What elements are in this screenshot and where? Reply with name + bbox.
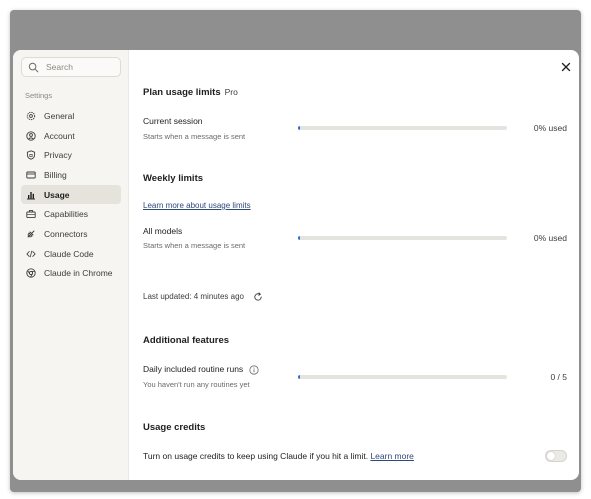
usage-credits-toggle[interactable] [545,450,567,462]
settings-modal: Settings General Account Privacy Billing… [13,50,579,480]
usage-limits-learn-more-link[interactable]: Learn more about usage limits [143,201,251,210]
settings-section-label: Settings [25,91,53,100]
settings-sidebar: Settings General Account Privacy Billing… [13,50,129,480]
usage-credits-text: Turn on usage credits to keep using Clau… [143,451,369,461]
routine-runs-value: 0 / 5 [550,372,567,382]
current-session-value: 0% used [533,123,567,133]
plan-badge: Pro [224,87,238,97]
sidebar-item-usage[interactable]: Usage [21,184,121,205]
credit-card-icon [26,171,36,179]
all-models-value: 0% used [533,233,567,243]
current-session-subtext: Starts when a message is sent [143,132,246,141]
sidebar-item-claude-code[interactable]: Claude Code [21,244,121,264]
current-session-progress-bar [298,126,507,130]
code-icon [26,250,36,257]
sidebar-item-billing[interactable]: Billing [21,165,121,185]
refresh-icon[interactable] [253,292,263,302]
sidebar-item-claude-in-chrome[interactable]: Claude in Chrome [21,264,121,284]
sidebar-item-label: Claude Code [44,248,94,259]
sidebar-item-privacy[interactable]: Privacy [21,145,121,165]
plug-icon [27,230,35,238]
current-session-label: Current session [143,116,203,126]
toggle-knob [547,452,555,460]
additional-features-heading: Additional features [143,335,230,346]
sidebar-item-label: Capabilities [44,209,88,220]
sidebar-item-label: Claude in Chrome [44,268,113,279]
search-icon [28,62,39,72]
last-updated-row: Last updated: 4 minutes ago [143,292,263,302]
sidebar-item-label: Usage [44,189,70,200]
sidebar-item-label: Billing [44,169,67,180]
globe-icon [26,268,36,278]
user-circle-icon [26,130,36,141]
routine-runs-progress-bar [298,375,507,379]
search-box[interactable] [21,57,121,77]
all-models-label: All models [143,226,183,236]
routine-runs-row: Daily included routine runs [143,364,259,375]
all-models-subtext: Starts when a message is sent [143,241,246,250]
usage-panel: Plan usage limits Pro Current session Sta… [129,50,579,480]
sidebar-item-label: Account [44,130,75,141]
sidebar-item-connectors[interactable]: Connectors [21,224,121,244]
sidebar-item-label: Connectors [44,228,88,239]
sidebar-item-capabilities[interactable]: Capabilities [21,204,121,224]
usage-credits-learn-more-link[interactable]: Learn more [370,451,413,461]
usage-credits-heading: Usage credits [143,422,206,433]
sidebar-item-general[interactable]: General [21,106,121,126]
bar-chart-icon [27,191,35,200]
plan-usage-heading: Plan usage limits Pro [143,87,238,98]
progress-fill [298,236,300,240]
plan-usage-title: Plan usage limits [143,87,221,98]
usage-credits-description: Turn on usage credits to keep using Clau… [143,451,414,461]
routine-runs-subtext: You haven't run any routines yet [143,380,250,389]
sidebar-item-account[interactable]: Account [21,126,121,146]
progress-fill [298,126,300,130]
settings-nav: General Account Privacy Billing Usage Ca… [21,106,121,283]
last-updated-text: Last updated: 4 minutes ago [143,292,244,302]
shield-icon [26,150,36,160]
briefcase-icon [26,210,36,219]
sidebar-item-label: Privacy [44,150,72,161]
sidebar-item-label: General [44,110,75,121]
gear-icon [26,111,36,120]
routine-runs-label: Daily included routine runs [143,364,244,374]
search-input[interactable] [46,62,116,72]
info-icon[interactable] [248,365,259,375]
progress-fill [298,375,300,379]
all-models-progress-bar [298,236,507,240]
close-icon[interactable] [560,61,572,73]
weekly-limits-heading: Weekly limits [143,173,204,184]
